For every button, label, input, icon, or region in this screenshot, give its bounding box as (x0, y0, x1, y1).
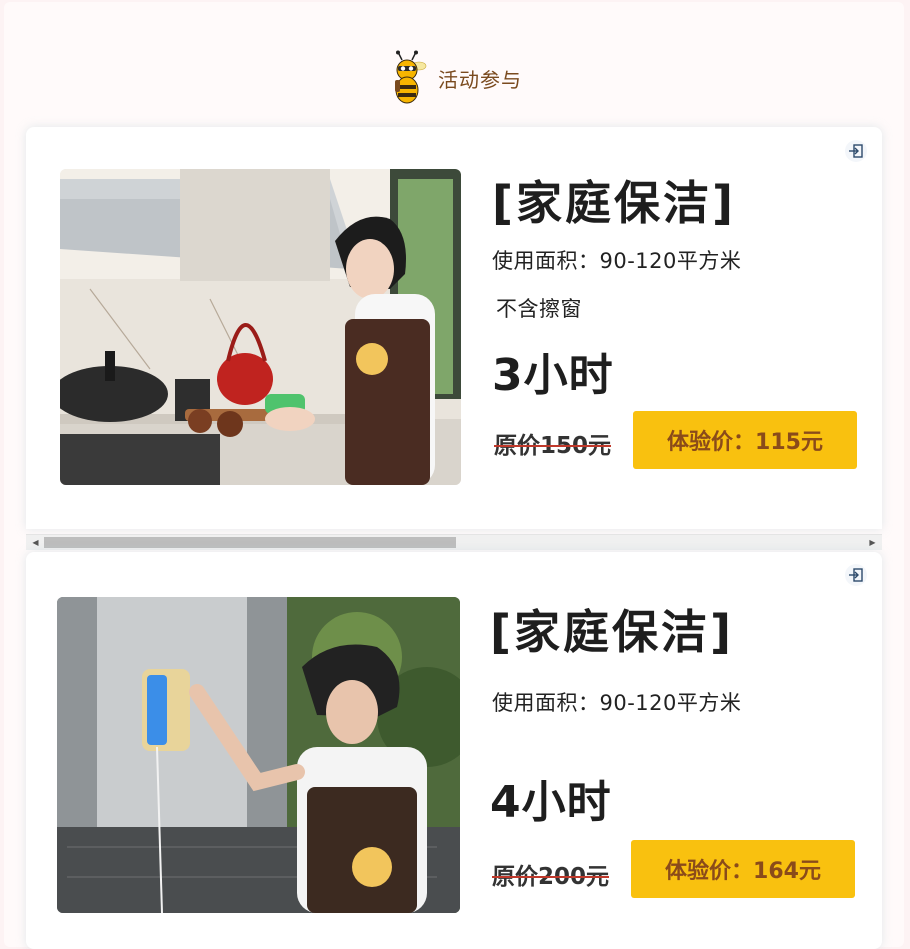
header-title: 活动参与 (438, 67, 522, 92)
trial-price-button[interactable]: 体验价：115元 (633, 411, 857, 469)
bee-mascot-icon (395, 50, 427, 104)
service-area: 使用面积：90-120平方米 (492, 249, 742, 273)
service-title: [家庭保洁] (490, 605, 735, 659)
service-hours: 4小时 (490, 777, 612, 828)
service-card-2[interactable]: [家庭保洁] 使用面积：90-120平方米 4小时 原价200元 体验价：164… (26, 552, 882, 949)
activity-header: 活动参与 (4, 48, 904, 108)
window-cleaning-photo (57, 597, 460, 913)
login-icon[interactable] (845, 564, 867, 586)
login-icon[interactable] (845, 140, 867, 162)
page-container: 活动参与 [家庭保洁] 使用面积：90-120平方米 不含擦窗 3小时 原价15… (4, 2, 904, 949)
service-title: [家庭保洁] (492, 176, 737, 230)
service-area: 使用面积：90-120平方米 (492, 691, 742, 715)
service-card-1[interactable]: [家庭保洁] 使用面积：90-120平方米 不含擦窗 3小时 原价150元 体验… (26, 127, 882, 529)
original-price: 原价200元 (492, 857, 610, 891)
scroll-right-arrow-icon[interactable]: ▶ (865, 535, 880, 550)
trial-price-button[interactable]: 体验价：164元 (631, 840, 855, 898)
service-hours: 3小时 (492, 350, 614, 401)
horizontal-scrollbar[interactable]: ◀ ▶ (26, 534, 882, 550)
original-price: 原价150元 (494, 426, 612, 460)
scroll-left-arrow-icon[interactable]: ◀ (28, 535, 43, 550)
kitchen-cleaning-photo (60, 169, 461, 485)
service-note: 不含擦窗 (496, 297, 582, 321)
scroll-thumb[interactable] (44, 537, 456, 548)
